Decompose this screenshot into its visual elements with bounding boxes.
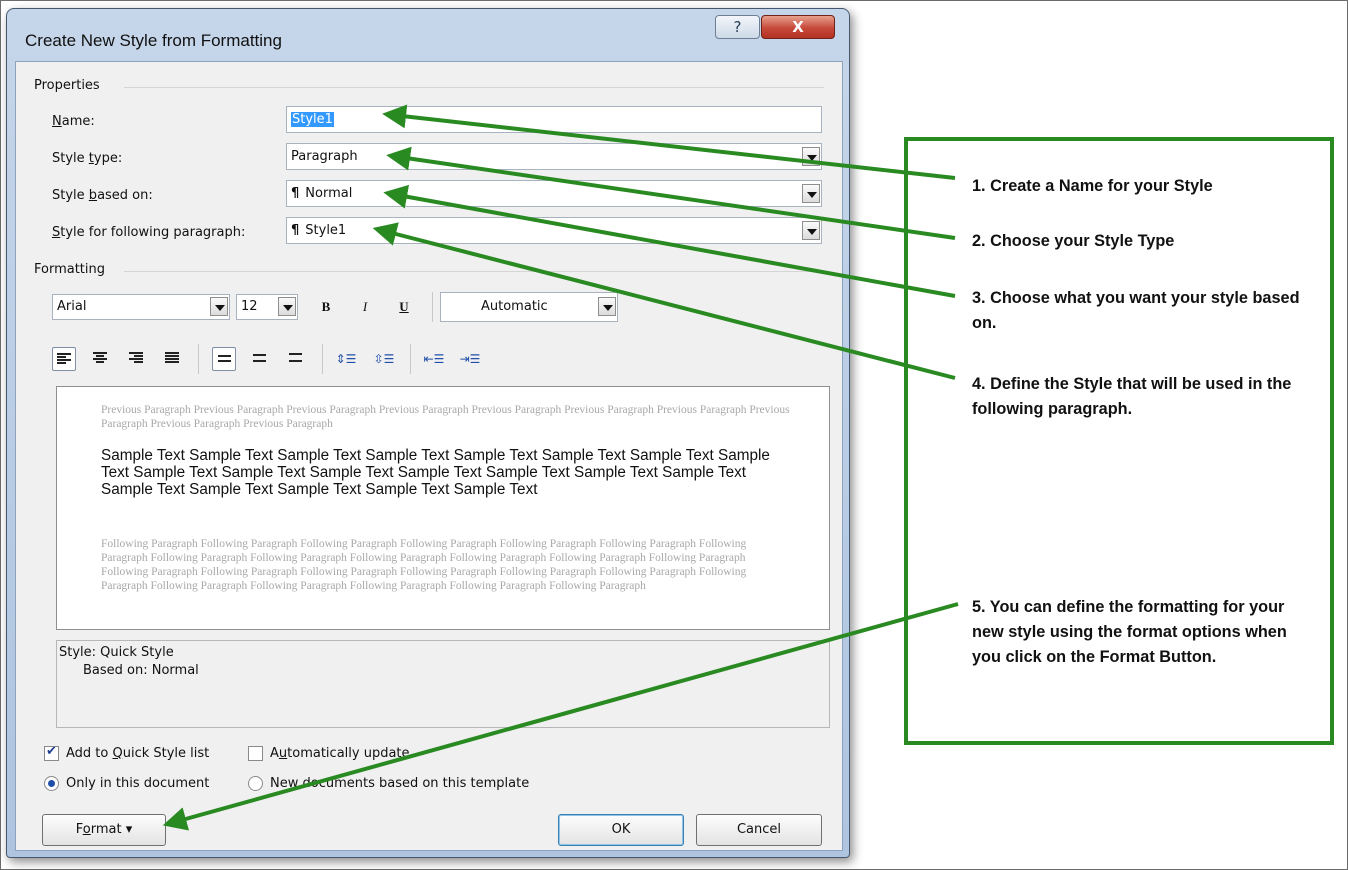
annotation-arrows bbox=[162, 104, 959, 831]
arrow-to-based-on bbox=[383, 184, 956, 298]
arrow-to-format-button bbox=[162, 602, 959, 831]
arrow-to-following bbox=[372, 222, 956, 380]
